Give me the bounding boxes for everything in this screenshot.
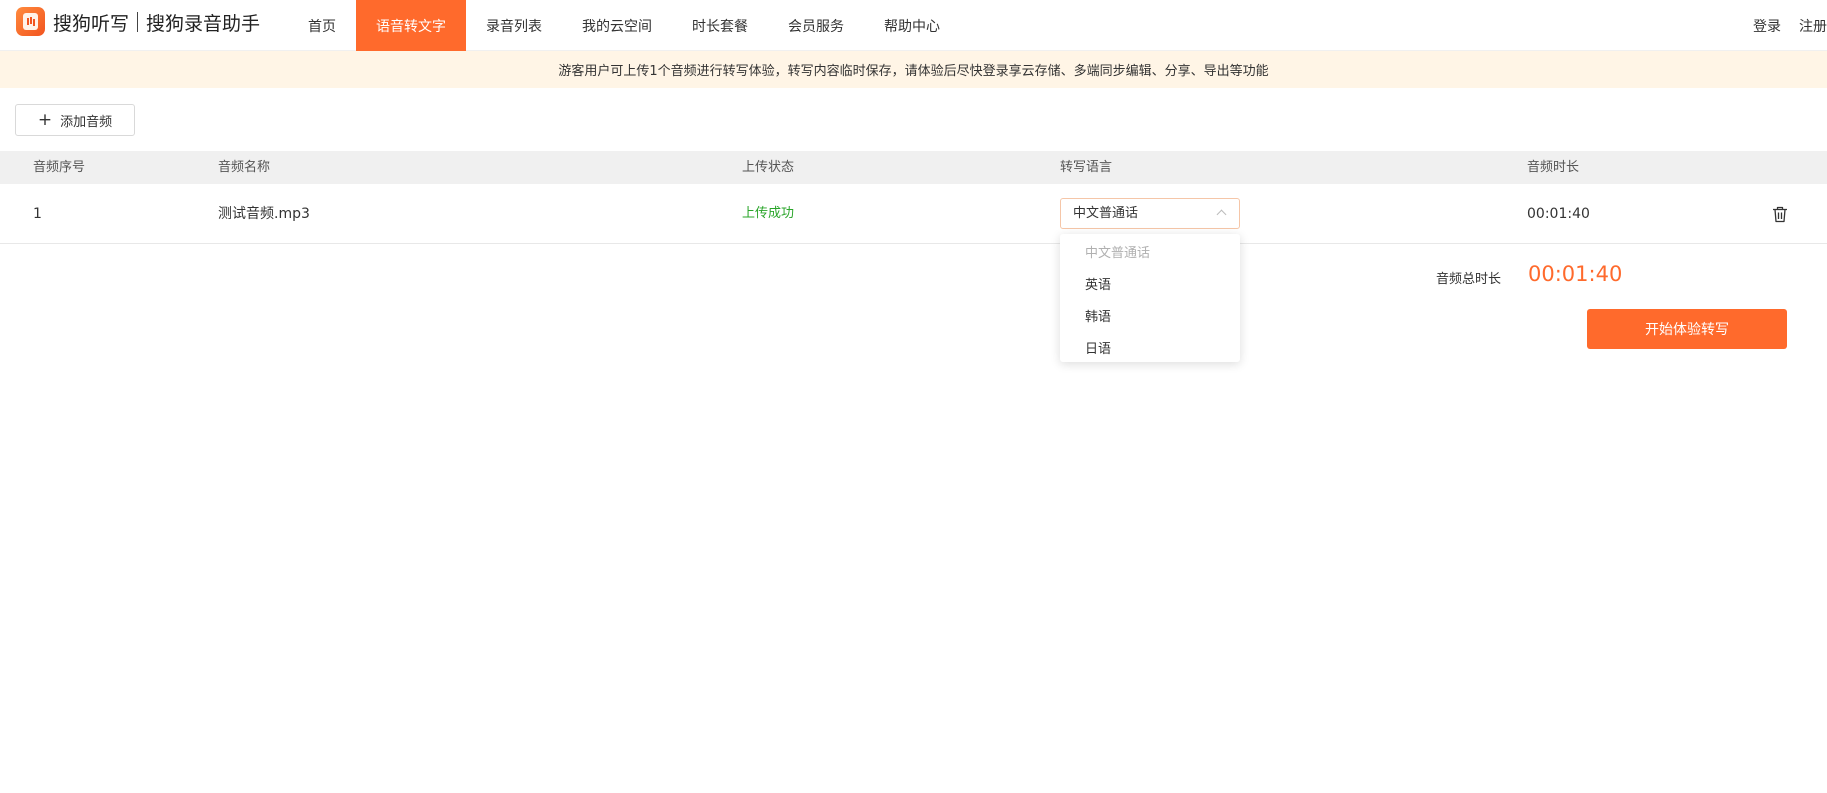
total-duration-value: 00:01:40 [1528, 262, 1623, 286]
brand-divider [137, 12, 139, 32]
main-nav: 首页 语音转文字 录音列表 我的云空间 时长套餐 会员服务 帮助中心 [288, 0, 960, 51]
total-duration-label: 音频总时长 [1436, 272, 1502, 287]
header-duration: 音频时长 [1527, 160, 1580, 175]
trash-icon[interactable] [1772, 206, 1788, 223]
nav-duration-plans[interactable]: 时长套餐 [672, 0, 768, 51]
language-select-value: 中文普通话 [1073, 206, 1139, 221]
table-row: 1 测试音频.mp3 上传成功 中文普通话 00:01:40 [0, 184, 1827, 244]
add-audio-label: 添加音频 [60, 114, 113, 130]
header-index: 音频序号 [33, 160, 86, 175]
login-link[interactable]: 登录 [1753, 16, 1781, 36]
row-file-name: 测试音频.mp3 [218, 206, 310, 222]
nav-cloud-space[interactable]: 我的云空间 [562, 0, 672, 51]
guest-notice-banner: 游客用户可上传1个音频进行转写体验，转写内容临时保存，请体验后尽快登录享云存储、… [0, 51, 1827, 88]
language-dropdown: 中文普通话 英语 韩语 日语 [1060, 234, 1240, 362]
app-logo-icon[interactable] [16, 7, 45, 36]
row-index: 1 [33, 206, 42, 222]
brand-name-primary: 搜狗听写 [53, 12, 130, 35]
register-link[interactable]: 注册 [1799, 16, 1827, 36]
auth-links: 登录 注册 [1753, 0, 1827, 51]
language-option-japanese[interactable]: 日语 [1060, 334, 1240, 366]
chevron-up-icon [1216, 209, 1227, 220]
header-status: 上传状态 [742, 160, 795, 175]
nav-help-center[interactable]: 帮助中心 [864, 0, 960, 51]
row-duration: 00:01:40 [1527, 206, 1590, 222]
nav-speech-to-text[interactable]: 语音转文字 [356, 0, 466, 51]
plus-icon: + [37, 109, 53, 130]
nav-recording-list[interactable]: 录音列表 [466, 0, 562, 51]
brand-name-secondary: 搜狗录音助手 [146, 12, 261, 35]
audio-wave-icon [23, 13, 38, 30]
brand: 搜狗听写 搜狗录音助手 [53, 9, 260, 35]
language-option-korean[interactable]: 韩语 [1060, 302, 1240, 334]
language-option-english[interactable]: 英语 [1060, 270, 1240, 302]
table-header: 音频序号 音频名称 上传状态 转写语言 音频时长 [0, 151, 1827, 184]
language-option-mandarin[interactable]: 中文普通话 [1060, 238, 1240, 270]
nav-membership[interactable]: 会员服务 [768, 0, 864, 51]
row-upload-status: 上传成功 [742, 206, 795, 221]
language-select[interactable]: 中文普通话 [1060, 198, 1240, 229]
top-header: 搜狗听写 搜狗录音助手 首页 语音转文字 录音列表 我的云空间 时长套餐 会员服… [0, 0, 1827, 51]
header-language: 转写语言 [1060, 160, 1113, 175]
nav-home[interactable]: 首页 [288, 0, 356, 51]
header-name: 音频名称 [218, 160, 271, 175]
start-transcription-button[interactable]: 开始体验转写 [1587, 309, 1787, 349]
add-audio-button[interactable]: + 添加音频 [15, 104, 135, 136]
